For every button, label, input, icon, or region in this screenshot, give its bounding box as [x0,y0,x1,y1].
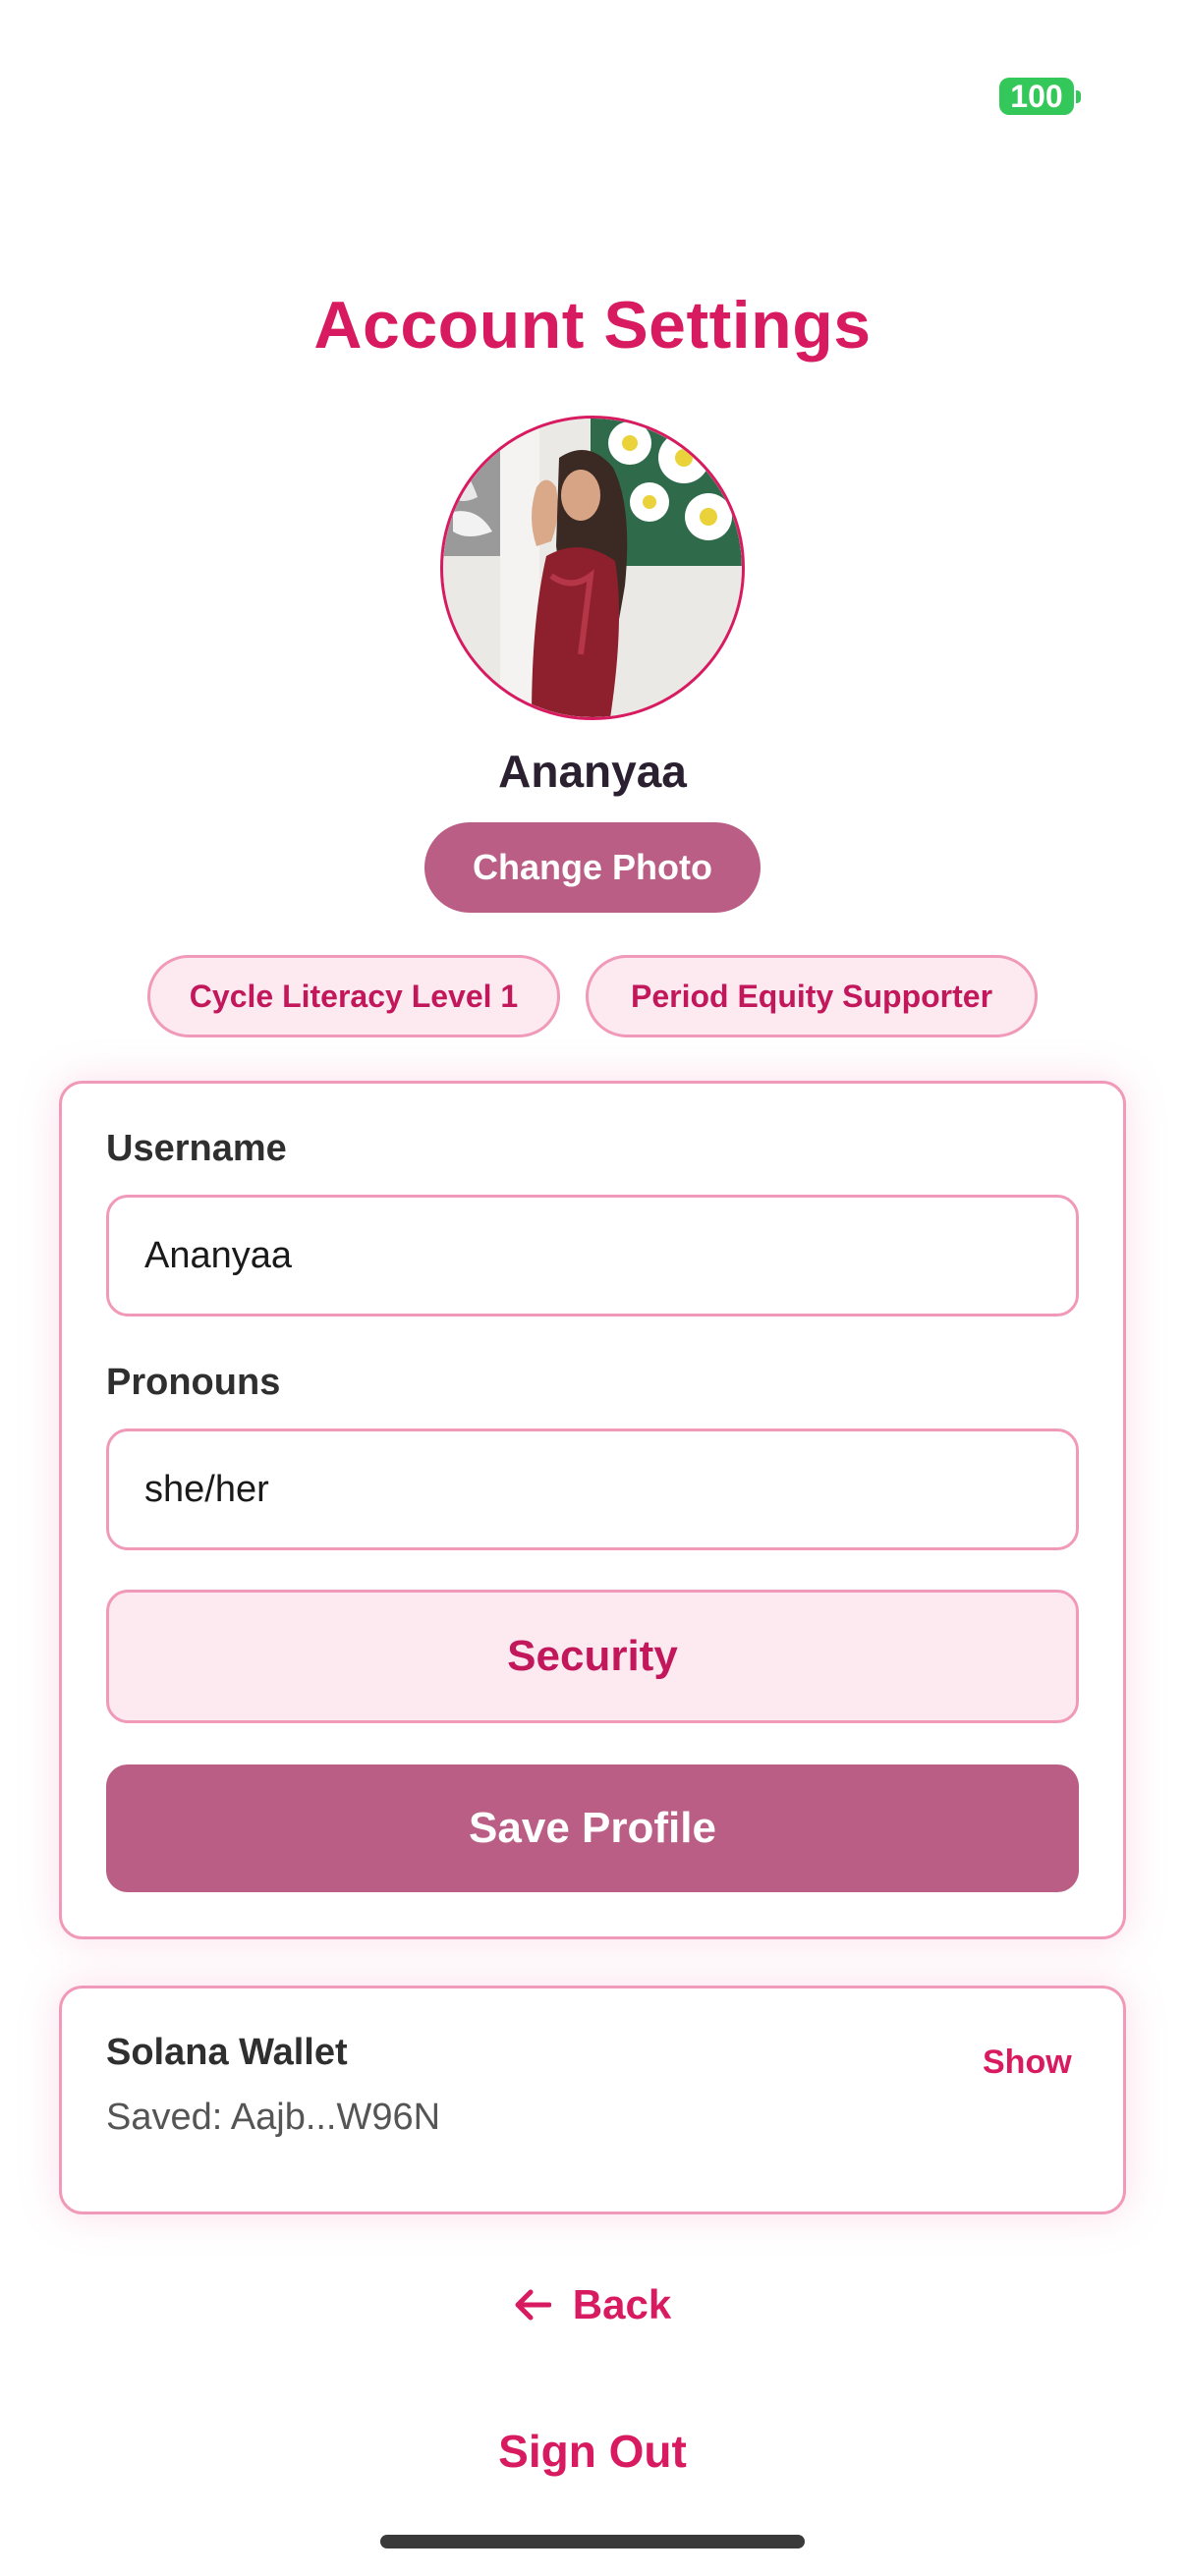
sign-out-button[interactable]: Sign Out [0,2425,1185,2478]
badge-cycle-literacy: Cycle Literacy Level 1 [147,955,560,1037]
change-photo-button[interactable]: Change Photo [424,822,761,913]
pronouns-input[interactable] [106,1428,1079,1550]
wallet-address: Saved: Aajb...W96N [106,2097,441,2138]
avatar[interactable] [440,416,745,720]
back-label: Back [572,2281,672,2327]
wallet-title: Solana Wallet [106,2032,348,2073]
save-profile-button[interactable]: Save Profile [106,1764,1079,1892]
home-indicator [380,2535,805,2548]
username-label: Username [106,1128,287,1169]
battery-icon [1076,90,1081,103]
arrow-left-icon [515,2289,551,2321]
battery-level: 100 [1010,79,1063,114]
pronouns-label: Pronouns [106,1362,281,1403]
page-title: Account Settings [313,288,872,363]
battery-indicator: 100 [999,78,1074,115]
security-button[interactable]: Security [106,1590,1079,1723]
profile-name: Ananyaa [498,746,687,797]
badge-period-equity: Period Equity Supporter [586,955,1038,1037]
profile-photo [443,419,742,717]
username-input[interactable] [106,1195,1079,1316]
show-wallet-button[interactable]: Show [983,2044,1072,2082]
back-button[interactable]: Back [0,2281,1185,2328]
